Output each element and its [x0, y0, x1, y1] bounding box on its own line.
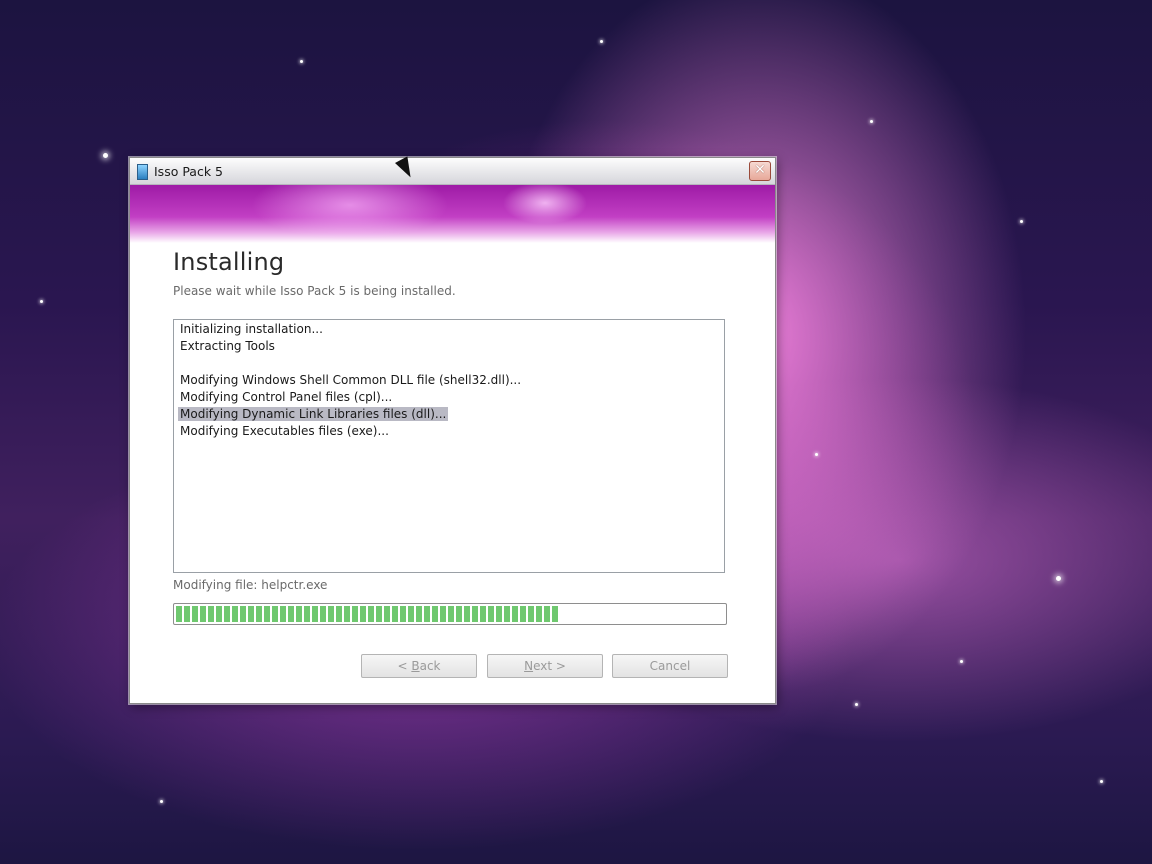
status-text: Modifying file: helpctr.exe: [173, 578, 328, 592]
desktop-star: [600, 40, 603, 43]
title-bar[interactable]: Isso Pack 5 ✕: [130, 158, 775, 185]
next-button[interactable]: Next >: [487, 654, 603, 678]
page-title: Installing: [173, 248, 285, 276]
list-item-selected[interactable]: Modifying Dynamic Link Libraries files (…: [174, 406, 724, 423]
desktop-star: [870, 120, 873, 123]
desktop-star: [855, 703, 858, 706]
desktop-star: [815, 453, 818, 456]
desktop-star: [103, 153, 108, 158]
close-icon: ✕: [754, 162, 766, 178]
desktop-star: [1056, 576, 1061, 581]
list-item[interactable]: Initializing installation...: [174, 321, 724, 338]
desktop-star: [960, 660, 963, 663]
list-item[interactable]: [174, 355, 724, 372]
desktop-star: [1100, 780, 1103, 783]
window-title: Isso Pack 5: [154, 164, 224, 179]
page-subtitle: Please wait while Isso Pack 5 is being i…: [173, 284, 456, 298]
list-item[interactable]: Modifying Windows Shell Common DLL file …: [174, 372, 724, 389]
desktop-star: [1020, 220, 1023, 223]
list-item[interactable]: Modifying Executables files (exe)...: [174, 423, 724, 440]
desktop-star: [40, 300, 43, 303]
header-banner: [130, 185, 775, 243]
desktop-star: [300, 60, 303, 63]
list-item[interactable]: Extracting Tools: [174, 338, 724, 355]
back-button[interactable]: < Back: [361, 654, 477, 678]
install-log-list[interactable]: Initializing installation... Extracting …: [173, 319, 725, 573]
desktop-star: [160, 800, 163, 803]
installer-icon: [137, 164, 148, 180]
cancel-button[interactable]: Cancel: [612, 654, 728, 678]
progress-fill: [176, 606, 560, 622]
progress-bar: [173, 603, 727, 625]
close-button[interactable]: ✕: [749, 161, 771, 181]
installer-window: Isso Pack 5 ✕ Installing Please wait whi…: [129, 157, 776, 704]
list-item[interactable]: Modifying Control Panel files (cpl)...: [174, 389, 724, 406]
